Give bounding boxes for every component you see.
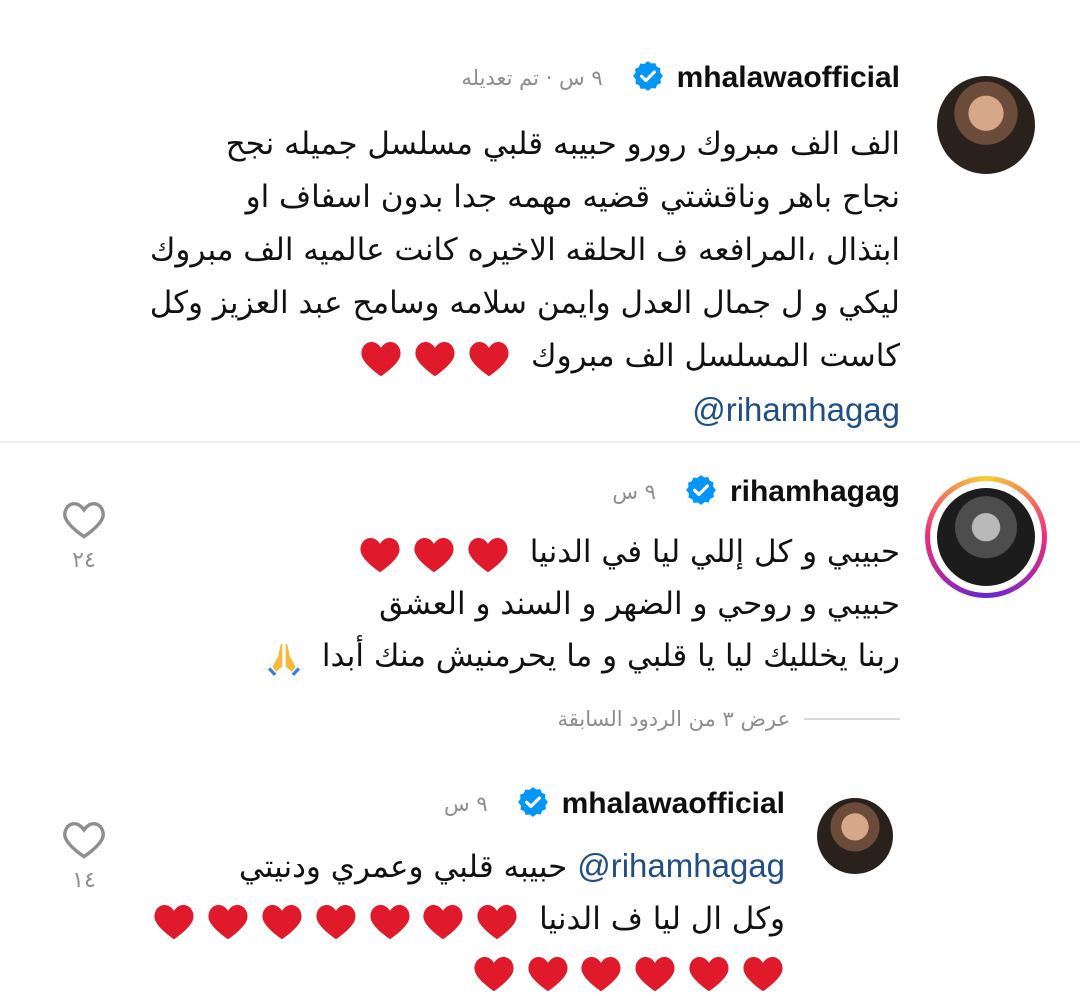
red-heart-icon [581,956,621,991]
comment-body: حبيبي و كل إللي ليا في الدنيا حبيبي و رو… [180,526,900,682]
red-heart-icon [689,956,729,991]
hearts-group [359,330,511,383]
like-count: ١٤ [72,868,96,893]
view-replies-text[interactable]: عرض ٣ من الردود السابقة [558,707,791,731]
red-heart-icon [743,956,783,991]
red-heart-icon [474,956,514,991]
red-heart-icon [369,904,410,939]
comment-line-with-hearts: حبيبي و كل إللي ليا في الدنيا [180,526,900,578]
comment-line: نجاح باهر وناقشتي قضيه مهمه جدا بدون اسف… [245,179,900,215]
red-heart-icon [423,904,463,939]
comment-divider [0,441,1080,443]
comment-username[interactable]: mhalawaofficial [677,61,900,95]
story-ring[interactable] [925,476,1047,598]
comment-username[interactable]: rihamhagag [730,475,900,509]
red-heart-icon [316,904,356,939]
comment-line: حبيبي و روحي و الضهر و السند و العشق [379,586,900,622]
hearts-group [358,526,510,578]
comment-line-with-emoji: ربنا يخلليك ليا يا قلبي و ما يحرمنيش منك… [180,630,900,682]
folded-hands-icon [268,643,300,676]
comment-meta: ٩ س [612,480,656,504]
comment-header: ٩ س mhalawaofficial [444,782,785,826]
comment-line-with-mention: @rihamhagag حبيبه قلبي وعمري ودنيتي [145,840,785,893]
red-heart-icon [262,904,302,939]
view-replies[interactable]: عرض ٣ من الردود السابقة [558,704,900,734]
comment-line: ابتذال ،المرافعه ف الحلقه الاخيره كانت ع… [149,232,900,268]
red-heart-icon [361,341,402,376]
comment-line: حبيبه قلبي وعمري ودنيتي [238,849,568,885]
comment-line: ربنا يخلليك ليا يا قلبي و ما يحرمنيش منك… [321,638,900,674]
replies-line [804,718,900,720]
red-heart-icon [477,904,517,939]
heart-outline-icon[interactable] [61,818,107,860]
comment-line: وكل ال ليا ف الدنيا [539,901,785,937]
comment-line: ليكي و ل جمال العدل وايمن سلامه وسامح عب… [149,285,900,321]
red-heart-icon [468,537,508,572]
comment-meta: ٩ س [444,792,488,816]
verified-badge-icon [631,59,665,97]
red-heart-icon [528,956,568,991]
comment-line: الف الف مبروك رورو حبيبه قلبي مسلسل جميل… [225,126,900,162]
comment-header: ٩ س rihamhagag [612,470,900,514]
comment-meta: ٩ س · تم تعديله [461,66,603,90]
hearts-line [145,945,785,997]
red-heart-icon [360,537,400,572]
avatar[interactable] [937,76,1035,174]
like-button[interactable]: ١٤ [60,818,108,893]
like-button[interactable]: ٢٤ [60,498,108,573]
comment-body: @rihamhagag حبيبه قلبي وعمري ودنيتي وكل … [145,840,785,997]
verified-badge-icon [516,785,550,823]
red-heart-icon [154,904,194,939]
comment-header: ٩ س · تم تعديله mhalawaofficial [461,56,900,100]
comment-line-with-hearts: كاست المسلسل الف مبروك [80,330,900,383]
comment-line: كاست المسلسل الف مبروك [531,338,900,374]
red-heart-icon [469,341,509,376]
red-heart-icon [414,537,454,572]
mention-link[interactable]: @rihamhagag [577,847,785,884]
red-heart-icon [208,904,248,939]
red-heart-icon [415,341,455,376]
hearts-group [152,893,519,945]
comment-body: الف الف مبروك رورو حبيبه قلبي مسلسل جميل… [80,118,900,436]
comment-username[interactable]: mhalawaofficial [562,787,785,821]
top-band [0,0,1080,34]
heart-outline-icon[interactable] [61,498,107,540]
comment-line-with-hearts: وكل ال ليا ف الدنيا [145,893,785,945]
red-heart-icon [635,956,675,991]
avatar[interactable] [937,488,1035,586]
mention-link[interactable]: @rihamhagag [80,383,900,436]
avatar[interactable] [817,798,893,874]
verified-badge-icon [684,473,718,511]
comment-line: حبيبي و كل إللي ليا في الدنيا [529,534,900,570]
like-count: ٢٤ [72,548,96,573]
hearts-group [472,945,785,997]
